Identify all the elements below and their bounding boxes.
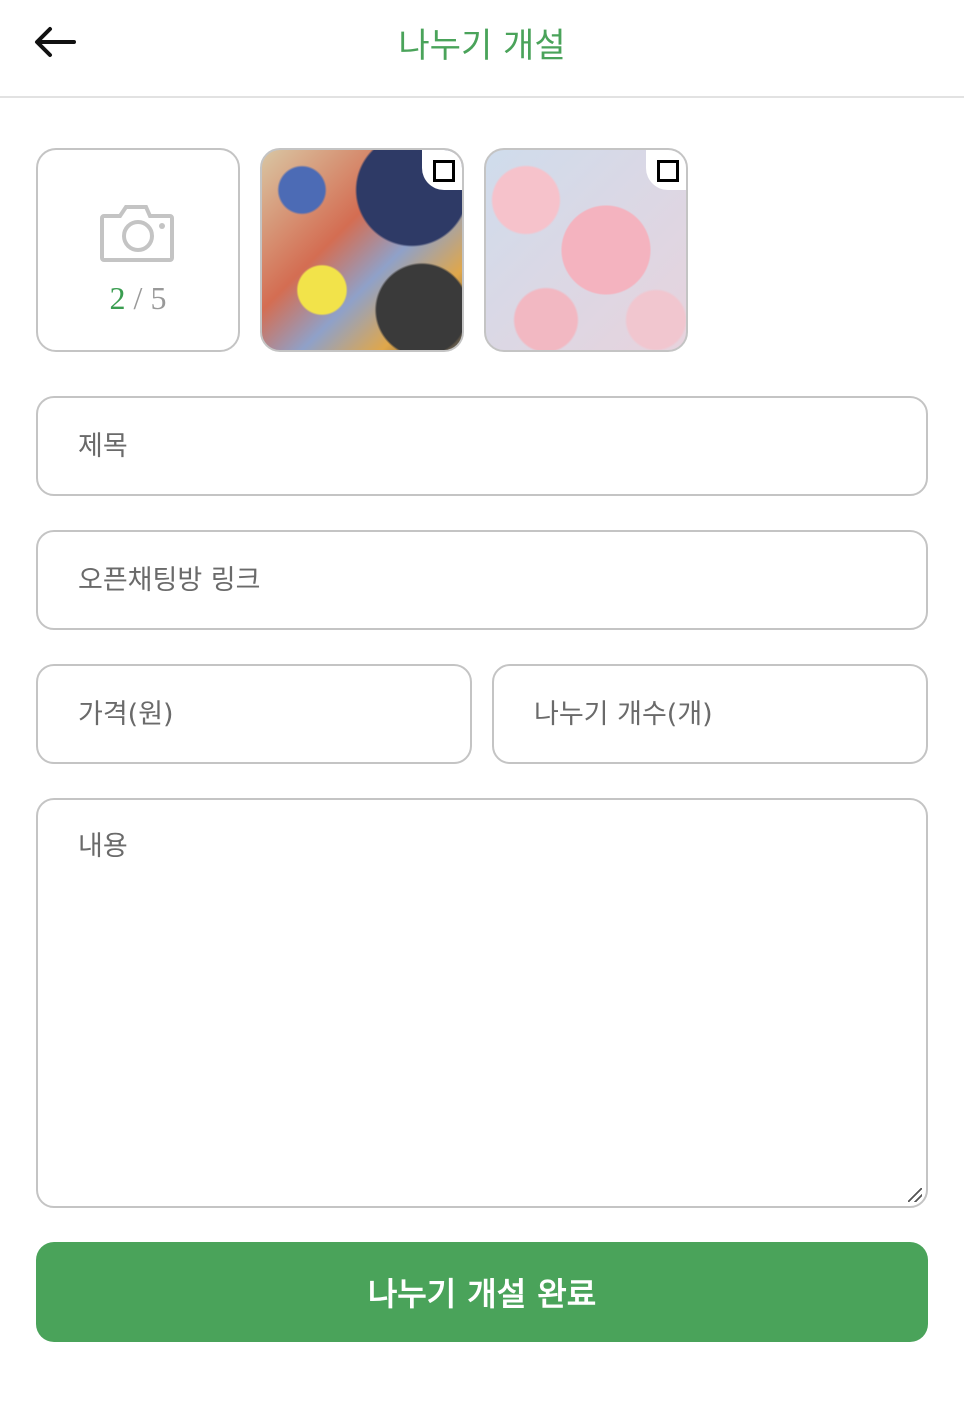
link-field-wrapper — [36, 530, 928, 630]
content-field-wrapper — [36, 798, 928, 1208]
checkbox-icon — [657, 160, 679, 182]
photo-count: 2 / 5 — [38, 280, 238, 317]
quantity-input[interactable] — [494, 666, 926, 762]
add-photo-button[interactable]: 2 / 5 — [36, 148, 240, 352]
photo-count-current: 2 — [109, 280, 126, 316]
photo-select-checkbox-1[interactable] — [422, 150, 462, 190]
price-field-wrapper — [36, 664, 472, 764]
photo-thumbnail-2[interactable] — [484, 148, 688, 352]
photo-thumbnail-1[interactable] — [260, 148, 464, 352]
photo-count-max: 5 — [150, 280, 167, 316]
header: 나누기 개설 — [0, 0, 964, 98]
openchat-link-input[interactable] — [38, 532, 926, 628]
title-field-wrapper — [36, 396, 928, 496]
quantity-field-wrapper — [492, 664, 928, 764]
page-title: 나누기 개설 — [398, 26, 566, 66]
price-input[interactable] — [38, 666, 470, 762]
resize-handle[interactable] — [908, 1188, 922, 1202]
checkbox-icon — [433, 160, 455, 182]
photo-select-checkbox-2[interactable] — [646, 150, 686, 190]
content-textarea[interactable] — [38, 800, 926, 1206]
photo-count-separator: / — [125, 280, 151, 316]
camera-icon — [100, 205, 174, 262]
title-input[interactable] — [38, 398, 926, 494]
submit-button[interactable]: 나누기 개설 완료 — [36, 1242, 928, 1342]
